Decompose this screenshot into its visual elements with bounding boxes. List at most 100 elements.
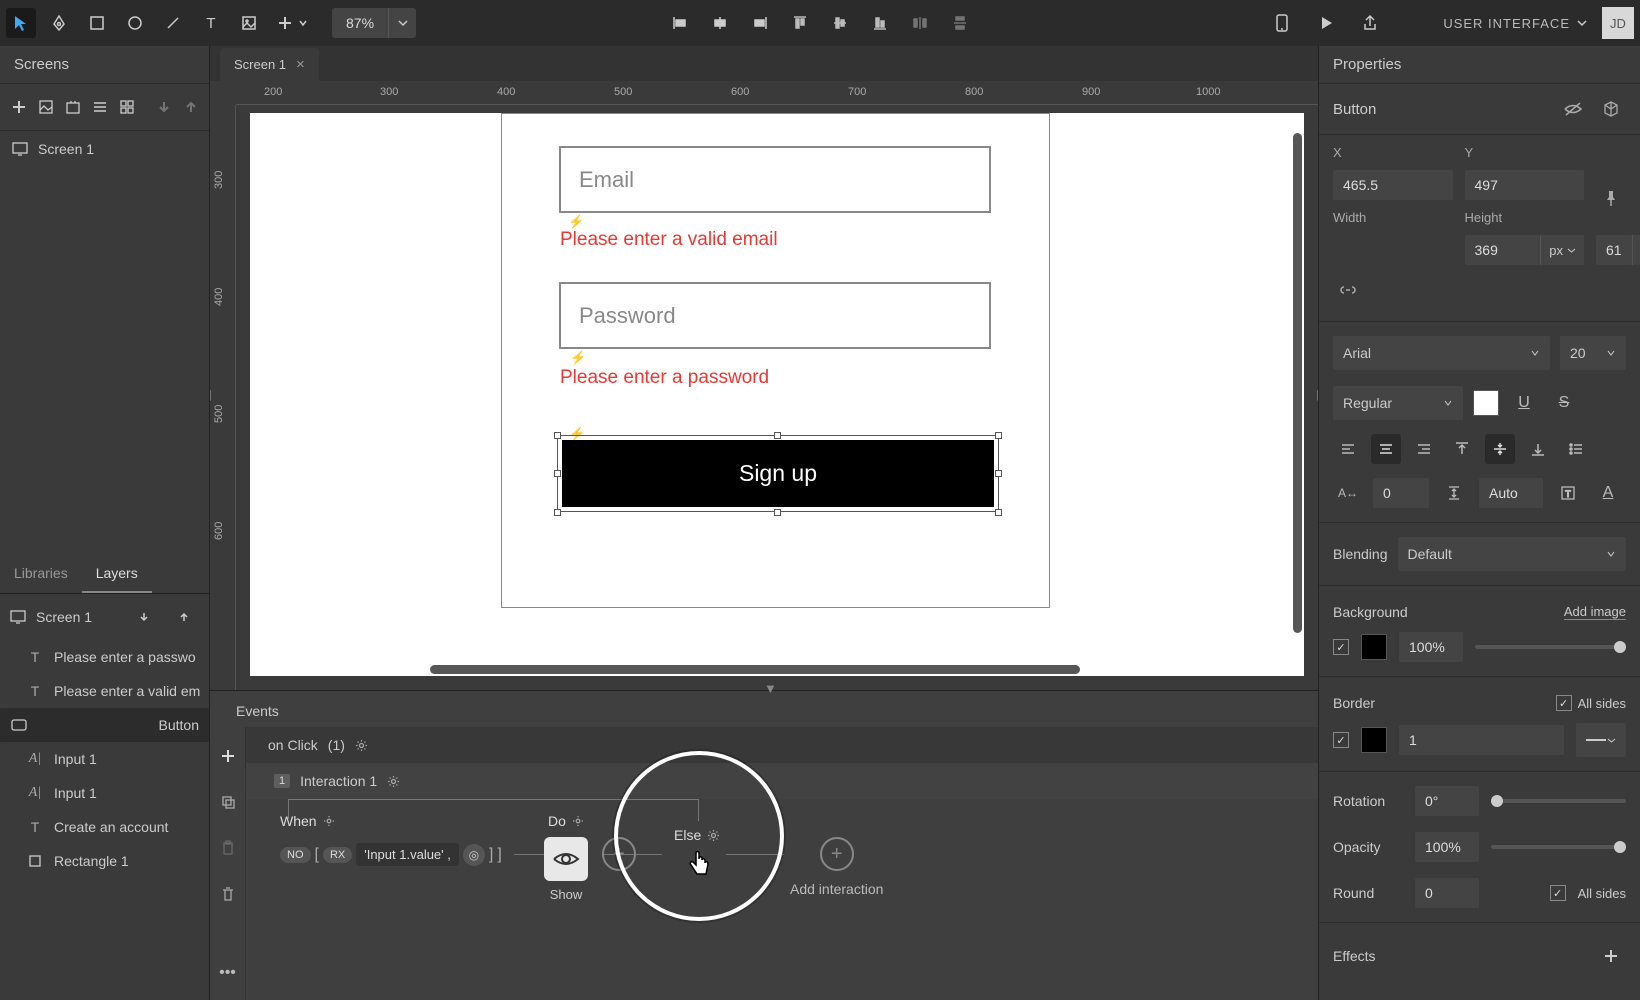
list-icon[interactable] bbox=[1561, 434, 1591, 464]
visibility-icon[interactable] bbox=[1558, 94, 1588, 124]
gear-icon[interactable] bbox=[387, 775, 400, 788]
select-tool[interactable] bbox=[6, 8, 36, 38]
user-avatar[interactable]: JD bbox=[1602, 7, 1634, 39]
screen-item[interactable]: Screen 1 bbox=[0, 131, 209, 167]
zoom-dropdown[interactable] bbox=[388, 8, 416, 38]
events-tab[interactable]: Events bbox=[218, 691, 297, 727]
collapse-right-icon[interactable]: ▶ bbox=[1317, 386, 1318, 403]
border-color-swatch[interactable] bbox=[1361, 727, 1387, 753]
add-image-link[interactable]: Add image bbox=[1564, 604, 1626, 620]
font-family-select[interactable]: Arial bbox=[1333, 336, 1550, 370]
layer-item-selected[interactable]: Button bbox=[0, 708, 209, 742]
round-input[interactable]: 0 bbox=[1415, 878, 1479, 908]
link-wh-icon[interactable] bbox=[1333, 275, 1363, 305]
text-color-swatch[interactable] bbox=[1473, 390, 1499, 416]
layer-item[interactable]: TPlease enter a valid em bbox=[0, 674, 209, 708]
bg-opacity-slider[interactable] bbox=[1475, 645, 1626, 649]
add-action-icon[interactable]: + bbox=[602, 837, 636, 871]
text-style-icon[interactable]: A bbox=[1593, 478, 1623, 508]
add-effect-icon[interactable] bbox=[1596, 941, 1626, 971]
text-align-center-icon[interactable] bbox=[1371, 434, 1401, 464]
border-enabled-check[interactable]: ✓ bbox=[1333, 732, 1349, 748]
strikethrough-icon[interactable]: S bbox=[1549, 388, 1579, 418]
border-style-select[interactable] bbox=[1576, 723, 1626, 757]
layer-item[interactable]: A|Input 1 bbox=[0, 742, 209, 776]
folder-screen-icon[interactable] bbox=[64, 92, 81, 122]
text-align-left-icon[interactable] bbox=[1333, 434, 1363, 464]
tab-layers[interactable]: Layers bbox=[82, 555, 152, 593]
else-label[interactable]: Else bbox=[674, 827, 720, 843]
mode-selector[interactable]: USER INTERFACE bbox=[1443, 16, 1588, 31]
show-action[interactable] bbox=[544, 837, 588, 881]
valign-bottom-icon[interactable] bbox=[1523, 434, 1553, 464]
layer-item[interactable]: Rectangle 1 bbox=[0, 844, 209, 878]
rotation-slider[interactable] bbox=[1491, 799, 1626, 803]
y-input[interactable]: 497 bbox=[1465, 170, 1585, 200]
close-tab-icon[interactable]: × bbox=[296, 56, 305, 73]
share-icon[interactable] bbox=[1355, 8, 1385, 38]
text-tool[interactable]: T bbox=[196, 8, 226, 38]
font-weight-select[interactable]: Regular bbox=[1333, 386, 1463, 420]
line-height-input[interactable]: Auto bbox=[1479, 478, 1543, 508]
collapse-left-icon[interactable]: ◀ bbox=[210, 386, 211, 403]
add-tool[interactable] bbox=[272, 8, 312, 38]
when-label[interactable]: When bbox=[280, 813, 335, 829]
canvas[interactable]: 200 300 400 500 600 700 800 900 1000 300… bbox=[210, 81, 1318, 690]
interaction-row[interactable]: 1 Interaction 1 bbox=[246, 763, 1318, 799]
rectangle-tool[interactable] bbox=[82, 8, 112, 38]
width-unit[interactable]: px bbox=[1540, 235, 1584, 265]
line-tool[interactable] bbox=[158, 8, 188, 38]
add-event-icon[interactable] bbox=[213, 741, 243, 771]
text-align-right-icon[interactable] bbox=[1409, 434, 1439, 464]
letter-spacing-input[interactable]: 0 bbox=[1373, 478, 1429, 508]
gear-icon[interactable] bbox=[572, 815, 584, 827]
align-bottom-icon[interactable] bbox=[865, 8, 895, 38]
valign-top-icon[interactable] bbox=[1447, 434, 1477, 464]
do-label[interactable]: Do bbox=[548, 813, 584, 829]
tab-libraries[interactable]: Libraries bbox=[0, 555, 82, 593]
paste-event-icon[interactable] bbox=[213, 833, 243, 863]
list-view-icon[interactable] bbox=[91, 92, 108, 122]
layer-item[interactable]: TPlease enter a passwo bbox=[0, 640, 209, 674]
grid-view-icon[interactable] bbox=[118, 92, 135, 122]
x-input[interactable]: 465.5 bbox=[1333, 170, 1453, 200]
condition-expression[interactable]: NO [ RX 'Input 1.value' , ◎ ] ] bbox=[280, 843, 502, 866]
distribute-v-icon[interactable] bbox=[945, 8, 975, 38]
canvas-tab[interactable]: Screen 1 × bbox=[220, 48, 319, 81]
rotation-input[interactable]: 0° bbox=[1415, 786, 1479, 816]
component-icon[interactable] bbox=[1596, 94, 1626, 124]
blending-select[interactable]: Default bbox=[1398, 537, 1627, 571]
opacity-slider[interactable] bbox=[1491, 845, 1626, 849]
opacity-input[interactable]: 100% bbox=[1415, 832, 1479, 862]
border-width-input[interactable]: 1 bbox=[1399, 725, 1564, 755]
layer-up-icon[interactable] bbox=[169, 602, 199, 632]
bg-enabled-check[interactable]: ✓ bbox=[1333, 639, 1349, 655]
layer-root[interactable]: Screen 1 bbox=[36, 609, 92, 625]
event-trigger-row[interactable]: on Click (1) bbox=[246, 727, 1318, 763]
pen-tool[interactable] bbox=[44, 8, 74, 38]
height-input[interactable]: 61 bbox=[1596, 235, 1632, 265]
pin-icon[interactable] bbox=[1596, 183, 1626, 213]
copy-event-icon[interactable] bbox=[213, 787, 243, 817]
border-allsides-check[interactable]: ✓ bbox=[1556, 695, 1572, 711]
collapse-down-icon[interactable] bbox=[155, 92, 172, 122]
gear-icon[interactable] bbox=[707, 829, 720, 842]
font-size-select[interactable]: 20 bbox=[1560, 336, 1626, 370]
align-right-icon[interactable] bbox=[745, 8, 775, 38]
play-icon[interactable] bbox=[1311, 8, 1341, 38]
bg-opacity-input[interactable]: 100% bbox=[1399, 632, 1463, 662]
canvas-scrollbar-v[interactable] bbox=[1293, 133, 1302, 633]
image-tool[interactable] bbox=[234, 8, 264, 38]
more-events-icon[interactable]: ••• bbox=[213, 958, 243, 988]
layer-item[interactable]: TCreate an account bbox=[0, 810, 209, 844]
valign-middle-icon[interactable] bbox=[1485, 434, 1515, 464]
events-collapse-icon[interactable]: ▼ bbox=[764, 681, 777, 696]
distribute-h-icon[interactable] bbox=[905, 8, 935, 38]
text-box-icon[interactable]: T bbox=[1553, 478, 1583, 508]
add-interaction-icon[interactable]: + bbox=[820, 837, 854, 871]
align-top-icon[interactable] bbox=[785, 8, 815, 38]
align-left-icon[interactable] bbox=[665, 8, 695, 38]
device-preview-icon[interactable] bbox=[1267, 8, 1297, 38]
add-screen-icon[interactable] bbox=[10, 92, 27, 122]
layer-item[interactable]: A|Input 1 bbox=[0, 776, 209, 810]
